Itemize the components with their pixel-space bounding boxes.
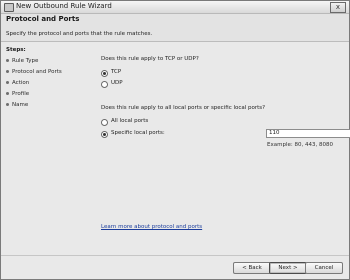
steps-label: Steps: bbox=[6, 47, 26, 53]
step-bullet-icon bbox=[6, 81, 9, 84]
step-name: Name bbox=[6, 102, 28, 108]
learn-more-link[interactable]: Learn more about protocol and ports bbox=[101, 224, 202, 230]
step-bullet-icon bbox=[6, 92, 9, 95]
firewall-rule-icon bbox=[4, 3, 14, 12]
step-protocol-and-ports: Protocol and Ports bbox=[6, 69, 62, 75]
footer-divider bbox=[1, 255, 349, 256]
window-title: New Outbound Rule Wizard bbox=[16, 2, 112, 10]
step-profile: Profile bbox=[6, 91, 29, 97]
specific-ports-label: Specific local ports: bbox=[111, 130, 165, 136]
step-label: Action bbox=[12, 80, 30, 86]
ports-example: Example: 80, 443, 8080 bbox=[267, 142, 333, 148]
close-button[interactable]: x bbox=[330, 2, 346, 13]
step-bullet-icon bbox=[6, 59, 9, 62]
step-label: Protocol and Ports bbox=[12, 69, 62, 75]
step-bullet-icon bbox=[6, 70, 9, 73]
title-bar: New Outbound Rule Wizard x bbox=[1, 1, 349, 14]
page-title: Protocol and Ports bbox=[6, 15, 80, 23]
step-rule-type: Rule Type bbox=[6, 58, 38, 64]
step-label: Name bbox=[12, 102, 29, 108]
ports-question: Does this rule apply to all local ports … bbox=[101, 105, 266, 111]
wizard-window: New Outbound Rule Wizard x Protocol and … bbox=[0, 0, 350, 280]
all-ports-label: All local ports bbox=[111, 118, 149, 124]
udp-radio[interactable] bbox=[101, 81, 108, 88]
all-ports-radio[interactable] bbox=[101, 119, 108, 126]
back-button[interactable]: < Back bbox=[233, 262, 271, 274]
page-description: Specify the protocol and ports that the … bbox=[6, 31, 153, 37]
protocol-question: Does this rule apply to TCP or UDP? bbox=[101, 56, 199, 62]
step-label: Rule Type bbox=[12, 58, 39, 64]
specific-ports-input[interactable]: 110 bbox=[266, 129, 350, 138]
step-action: Action bbox=[6, 80, 29, 86]
cancel-button[interactable]: Cancel bbox=[305, 262, 343, 274]
next-button[interactable]: Next > bbox=[269, 262, 307, 274]
udp-label: UDP bbox=[111, 80, 123, 86]
tcp-label: TCP bbox=[111, 69, 122, 75]
step-label: Profile bbox=[12, 91, 30, 97]
tcp-radio[interactable] bbox=[101, 70, 108, 77]
step-bullet-icon bbox=[6, 103, 9, 106]
specific-ports-radio[interactable] bbox=[101, 131, 108, 138]
